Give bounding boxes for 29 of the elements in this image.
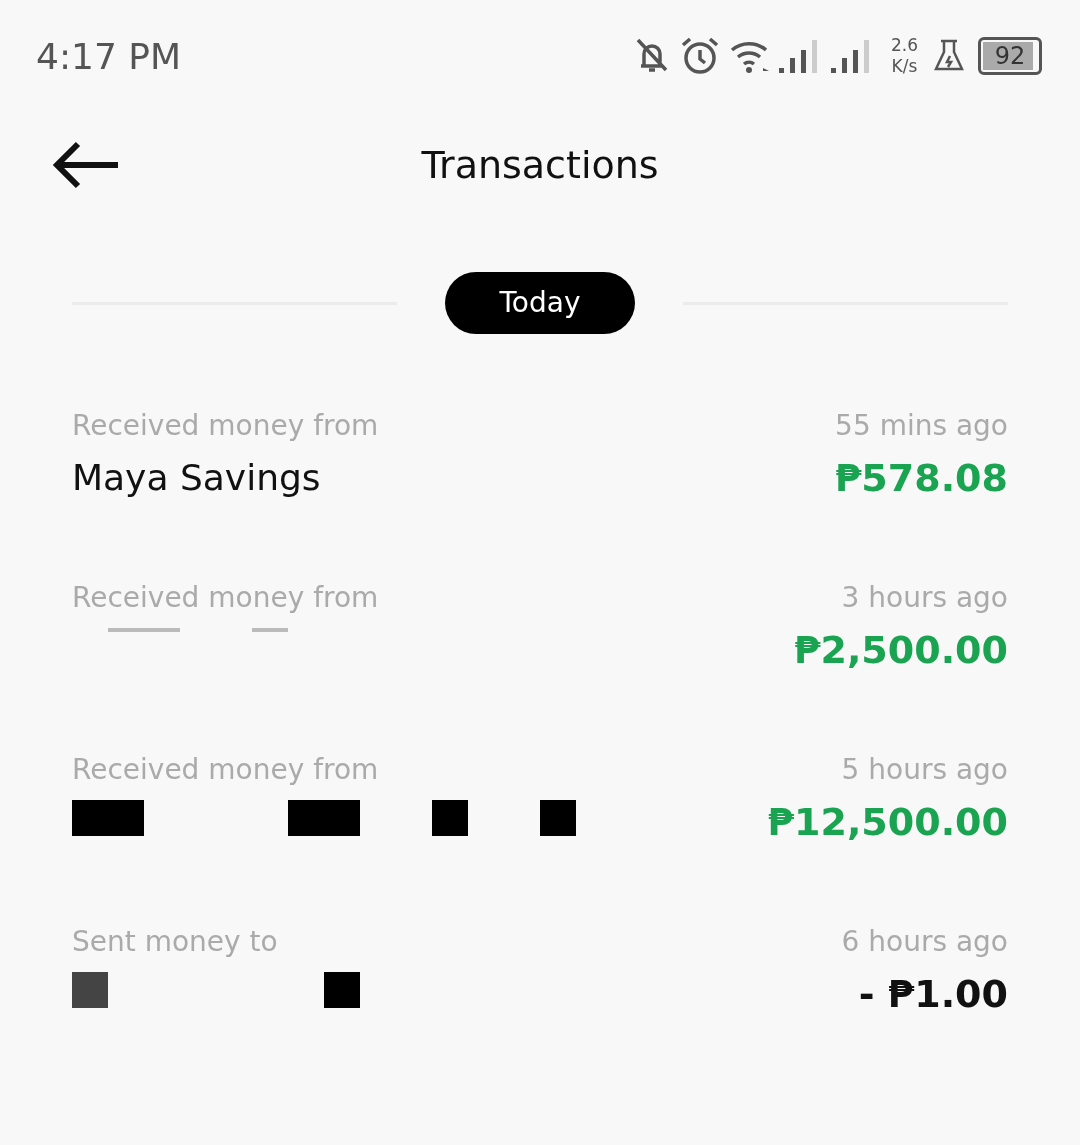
transaction-amount: ₱578.08 [834, 456, 1008, 500]
redaction-mark [540, 800, 576, 836]
page-title: Transactions [421, 143, 659, 187]
status-time: 4:17 PM [36, 35, 182, 77]
flask-icon [934, 39, 964, 73]
transaction-label: Received money from [72, 580, 380, 616]
redaction-mark [288, 800, 360, 836]
transaction-amount: ₱12,500.00 [767, 800, 1008, 844]
battery-indicator: 92 [978, 37, 1042, 75]
transaction-time: 6 hours ago [841, 924, 1008, 960]
transaction-amount: - ₱1.00 [858, 972, 1008, 1016]
transaction-label: Received money from [72, 408, 379, 444]
redaction-mark [252, 628, 288, 632]
transaction-time: 55 mins ago [835, 408, 1008, 444]
counterparty-name: Maya Savings [72, 456, 322, 500]
transaction-time: 3 hours ago [841, 580, 1008, 616]
transaction-amount: ₱2,500.00 [794, 628, 1008, 672]
redaction-mark [324, 972, 360, 1008]
network-speed-unit: K/s [891, 56, 918, 77]
redaction-mark [108, 628, 180, 632]
transaction-label: Received money from [72, 752, 380, 788]
transaction-time: 5 hours ago [841, 752, 1008, 788]
redaction-mark [72, 972, 108, 1008]
date-section-label: Today [445, 272, 635, 334]
transaction-label: Sent money to [72, 924, 279, 960]
redaction-mark [72, 800, 144, 836]
back-arrow-icon[interactable] [52, 140, 120, 190]
network-speed: 2.6 [890, 35, 918, 56]
redaction-mark [432, 800, 468, 836]
